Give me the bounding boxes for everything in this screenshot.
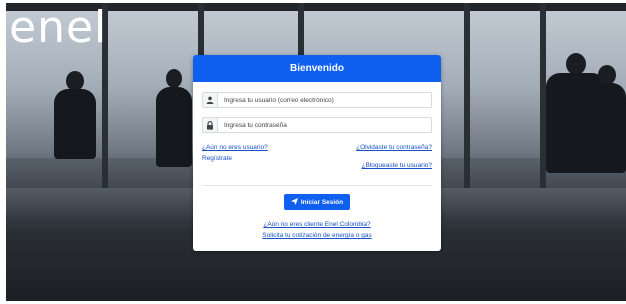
person-silhouette-head xyxy=(566,53,586,75)
login-button-label: Iniciar Sesión xyxy=(300,198,344,206)
username-input[interactable] xyxy=(218,96,431,104)
person-silhouette xyxy=(586,83,626,173)
user-icon xyxy=(203,93,218,107)
card-divider xyxy=(202,185,432,186)
login-title: Bienvenido xyxy=(290,63,344,74)
login-card: Bienvenido ¿Aún no eres usuario? Regístr… xyxy=(193,55,441,251)
enel-logo: enel xyxy=(9,2,108,53)
person-silhouette-head xyxy=(66,71,84,91)
not-client-link[interactable]: ¿Aún no eres cliente Enel Colombia? xyxy=(193,221,441,228)
person-silhouette-head xyxy=(598,65,616,85)
window-mullion xyxy=(464,3,470,188)
window-pane xyxy=(470,3,540,158)
person-silhouette-head xyxy=(166,69,182,88)
paper-plane-icon xyxy=(290,197,298,207)
login-button[interactable]: Iniciar Sesión xyxy=(284,194,350,210)
quote-request-link[interactable]: Solicita tu cotización de energía o gas xyxy=(193,232,441,239)
username-field[interactable] xyxy=(202,92,432,108)
password-input[interactable] xyxy=(218,121,431,129)
register-link[interactable]: Regístrate xyxy=(202,155,232,162)
not-user-link[interactable]: ¿Aún no eres usuario? xyxy=(202,144,268,151)
lock-icon xyxy=(203,118,218,132)
person-silhouette xyxy=(54,89,96,159)
login-card-header: Bienvenido xyxy=(193,55,441,82)
person-silhouette xyxy=(156,87,192,167)
password-field[interactable] xyxy=(202,117,432,133)
forgot-password-link[interactable]: ¿Olvidaste tu contraseña? xyxy=(356,144,432,151)
blocked-user-link[interactable]: ¿Bloqueaste tu usuario? xyxy=(362,162,432,169)
